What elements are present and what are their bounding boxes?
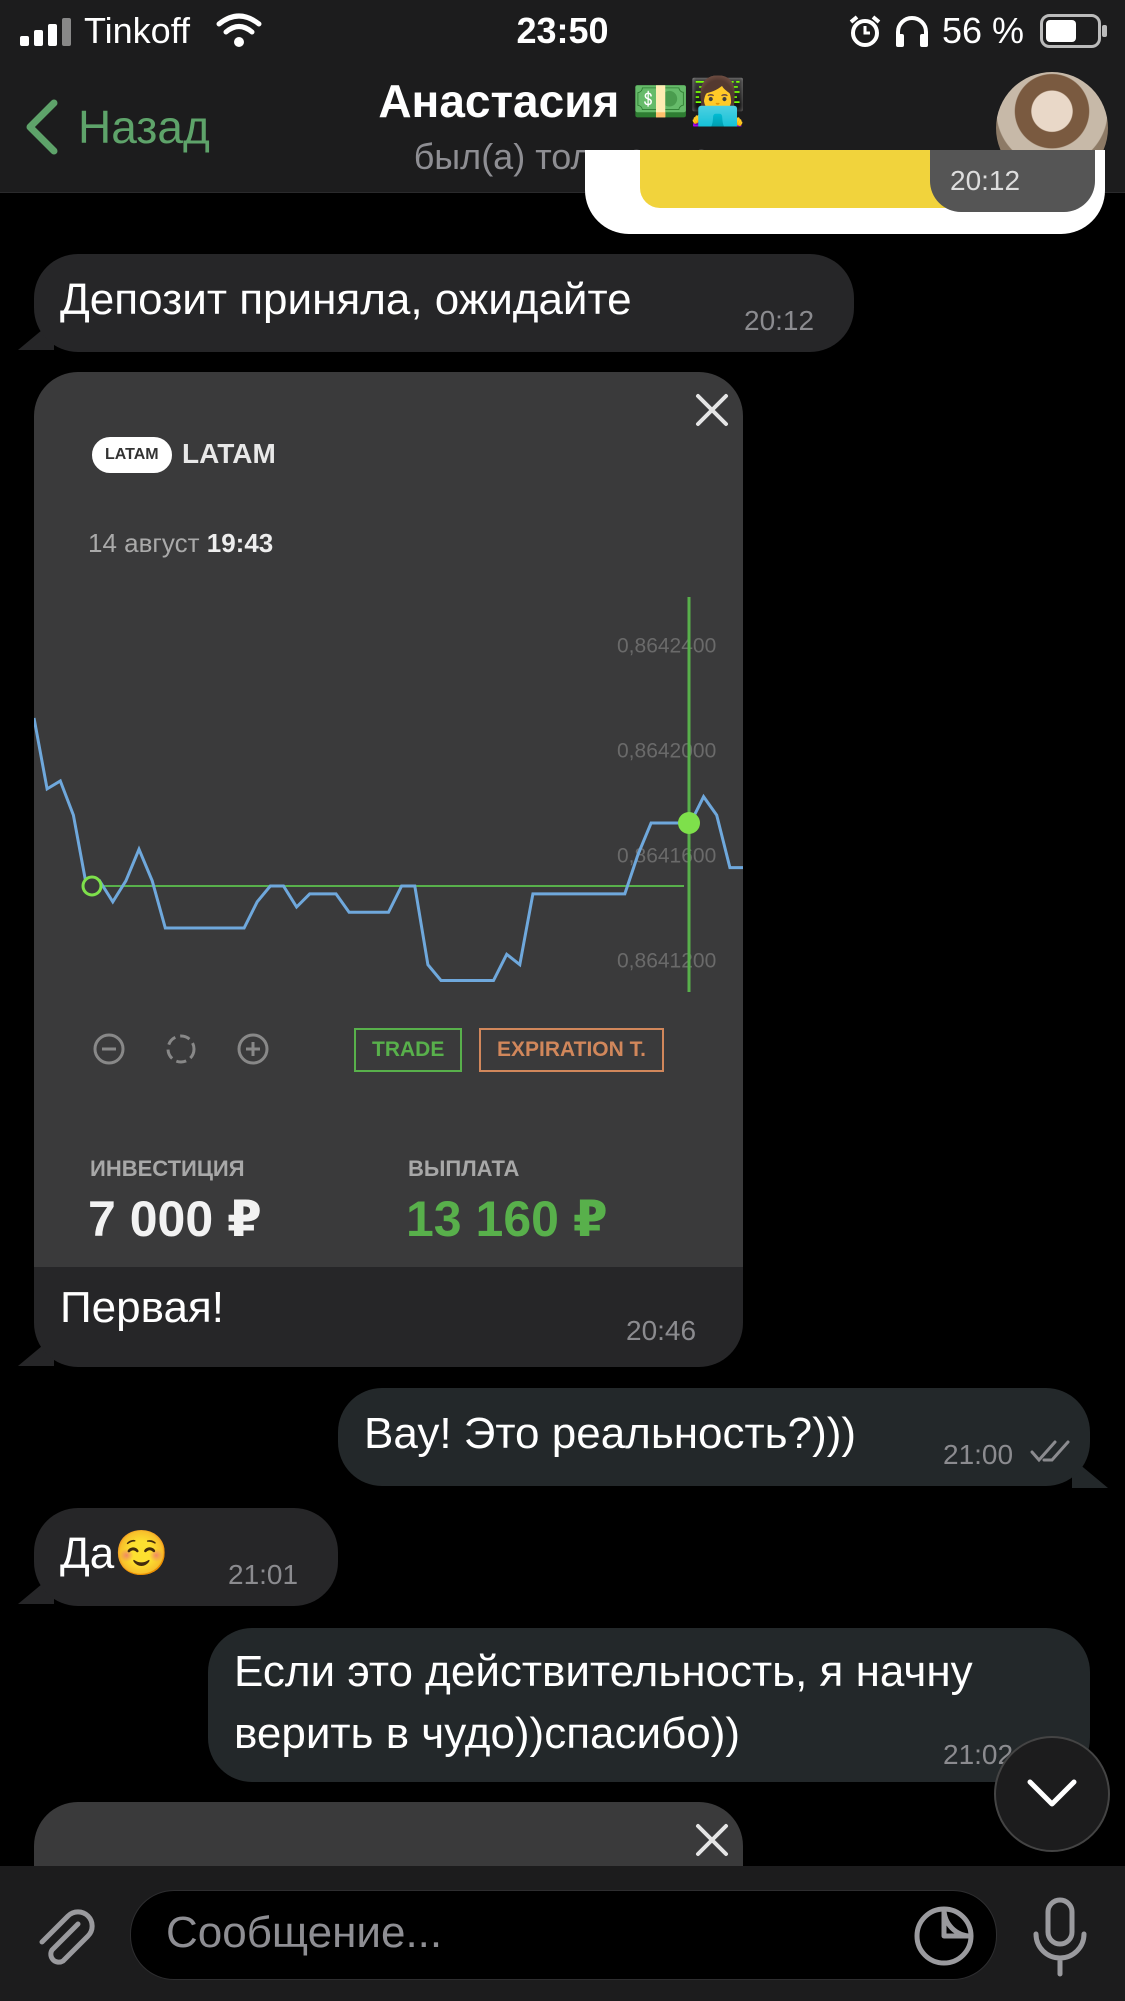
alarm-icon [849, 15, 881, 47]
battery-icon [1040, 14, 1107, 48]
scroll-to-bottom-button[interactable] [994, 1736, 1110, 1852]
message-time: 20:12 [950, 165, 1021, 196]
invest-label: ИНВЕСТИЦИЯ [90, 1156, 245, 1181]
trade-date: 14 август 19:43 [88, 528, 274, 558]
message-time: 20:46 [626, 1315, 697, 1346]
message-bubble[interactable]: Да☺️ 21:01 [34, 1508, 338, 1606]
asset-name: LATAM [182, 438, 276, 469]
y-tick-label: 0,8642400 [617, 635, 716, 658]
read-check-icon [1030, 1440, 1070, 1463]
message-time: 21:00 [943, 1439, 1014, 1470]
contact-name[interactable]: Анастасия 💵👩‍💻 [300, 74, 825, 129]
open-point [81, 875, 103, 897]
message-text-line-2: верить в чудо))спасибо)) [234, 1709, 741, 1758]
trade-time: 19:43 [206, 528, 274, 558]
message-text: Да☺️ [60, 1529, 170, 1578]
fit-icon[interactable] [164, 1032, 198, 1066]
zoom-out-icon[interactable] [92, 1032, 126, 1066]
back-chevron-icon [26, 99, 58, 155]
invest-value: 7 000 ₽ [88, 1191, 262, 1247]
message-text: Вау! Это реальность?))) [364, 1409, 857, 1458]
back-label: Назад [78, 101, 210, 153]
y-tick-label: 0,8641200 [617, 950, 716, 973]
back-button[interactable]: Назад [22, 92, 210, 162]
caption-text: Первая! [60, 1283, 224, 1332]
current-point [678, 812, 700, 834]
price-chart: 0,8642400 0,8642000 0,8641600 0,8641200 [34, 597, 743, 992]
chevron-down-icon [1027, 1779, 1077, 1807]
zoom-in-icon[interactable] [236, 1032, 270, 1066]
message-bubble[interactable]: Если это действительность, я начну верит… [208, 1628, 1090, 1782]
message-time: 21:01 [228, 1559, 299, 1590]
headphones-icon [896, 16, 928, 47]
message-bubble[interactable]: Вау! Это реальность?))) 21:00 [338, 1388, 1090, 1486]
battery-percent: 56 % [942, 10, 1025, 51]
y-tick-label: 0,8642000 [617, 740, 716, 763]
expiration-button[interactable]: EXPIRATION T. [479, 1028, 664, 1072]
message-bubble[interactable]: Депозит приняла, ожидайте 20:12 [34, 254, 854, 352]
paperclip-icon[interactable] [30, 1904, 100, 1974]
sticker-icon[interactable] [912, 1904, 976, 1968]
message-text: Депозит приняла, ожидайте [60, 275, 632, 324]
caption-bubble[interactable]: Первая! 20:46 [34, 1267, 743, 1367]
y-tick-label: 0,8641600 [617, 845, 716, 868]
message-time: 20:12 [744, 305, 815, 336]
message-text-line-1: Если это действительность, я начну [234, 1647, 973, 1696]
microphone-icon[interactable] [1030, 1896, 1090, 1978]
asset-badge: LATAM [92, 437, 172, 473]
next-media-preview[interactable] [34, 1802, 743, 1866]
payout-value: 13 160 ₽ [406, 1191, 608, 1247]
trade-screenshot[interactable]: LATAM LATAM 14 август 19:43 0,8642400 0,8… [34, 372, 743, 1267]
close-icon[interactable] [694, 392, 730, 428]
close-icon[interactable] [694, 1822, 730, 1858]
message-placeholder: Сообщение... [166, 1908, 443, 1957]
trade-button[interactable]: TRADE [354, 1028, 463, 1072]
payout-label: ВЫПЛАТА [408, 1156, 520, 1181]
partial-message-bubble[interactable]: 20:12 [585, 150, 1105, 234]
